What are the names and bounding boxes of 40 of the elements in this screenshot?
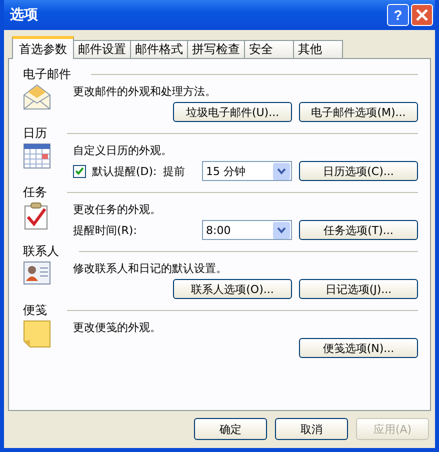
tab[interactable]: 首选参数 bbox=[12, 36, 74, 59]
section-description: 修改联系人和日记的默认设置。 bbox=[73, 261, 228, 276]
field-label: 提前 bbox=[162, 164, 185, 178]
checkbox-label: 默认提醒(D): bbox=[92, 164, 157, 178]
section-heading: 任务 bbox=[23, 184, 47, 201]
sticky-note-icon bbox=[23, 320, 51, 348]
tab[interactable]: 其他 bbox=[293, 40, 343, 59]
dropdown-field[interactable]: 8:00 bbox=[202, 220, 292, 240]
section-heading: 日历 bbox=[23, 125, 47, 142]
option-button[interactable]: 联系人选项(O)... bbox=[173, 279, 292, 299]
section-heading: 便笺 bbox=[23, 302, 47, 319]
option-button[interactable]: 垃圾电子邮件(U)... bbox=[173, 102, 292, 122]
option-button[interactable]: 日历选项(C)... bbox=[299, 161, 418, 181]
section-heading: 联系人 bbox=[23, 243, 59, 260]
section-description: 更改邮件的外观和处理方法。 bbox=[73, 84, 217, 99]
checkbox[interactable] bbox=[73, 164, 86, 178]
tab[interactable]: 邮件格式 bbox=[130, 40, 188, 59]
close-button[interactable] bbox=[411, 4, 433, 26]
tab[interactable]: 邮件设置 bbox=[73, 40, 131, 59]
section-heading: 电子邮件 bbox=[23, 66, 71, 83]
field-label: 提醒时间(R): bbox=[73, 222, 137, 238]
option-button[interactable]: 日记选项(J)... bbox=[299, 279, 418, 299]
help-button[interactable]: ? bbox=[387, 4, 409, 26]
contact-card-icon bbox=[23, 261, 51, 285]
calendar-icon bbox=[23, 143, 51, 169]
tab[interactable]: 拼写检查 bbox=[187, 40, 245, 59]
section-description: 自定义日历的外观。 bbox=[73, 143, 173, 158]
tab[interactable]: 安全 bbox=[244, 40, 294, 59]
option-button[interactable]: 任务选项(T)... bbox=[299, 220, 418, 240]
close-icon bbox=[416, 9, 428, 21]
section-description: 更改便笺的外观。 bbox=[73, 320, 162, 335]
dropdown-field[interactable]: 15 分钟 bbox=[202, 161, 292, 181]
dialog-button[interactable]: 取消 bbox=[275, 418, 348, 440]
option-button[interactable]: 便笺选项(N)... bbox=[299, 338, 418, 358]
envelope-icon bbox=[23, 84, 51, 110]
option-button[interactable]: 电子邮件选项(M)... bbox=[299, 102, 418, 122]
clipboard-check-icon bbox=[23, 202, 49, 230]
dialog-button[interactable]: 确定 bbox=[194, 418, 267, 440]
window-title: 选项 bbox=[10, 6, 38, 24]
section-description: 更改任务的外观。 bbox=[73, 202, 162, 217]
